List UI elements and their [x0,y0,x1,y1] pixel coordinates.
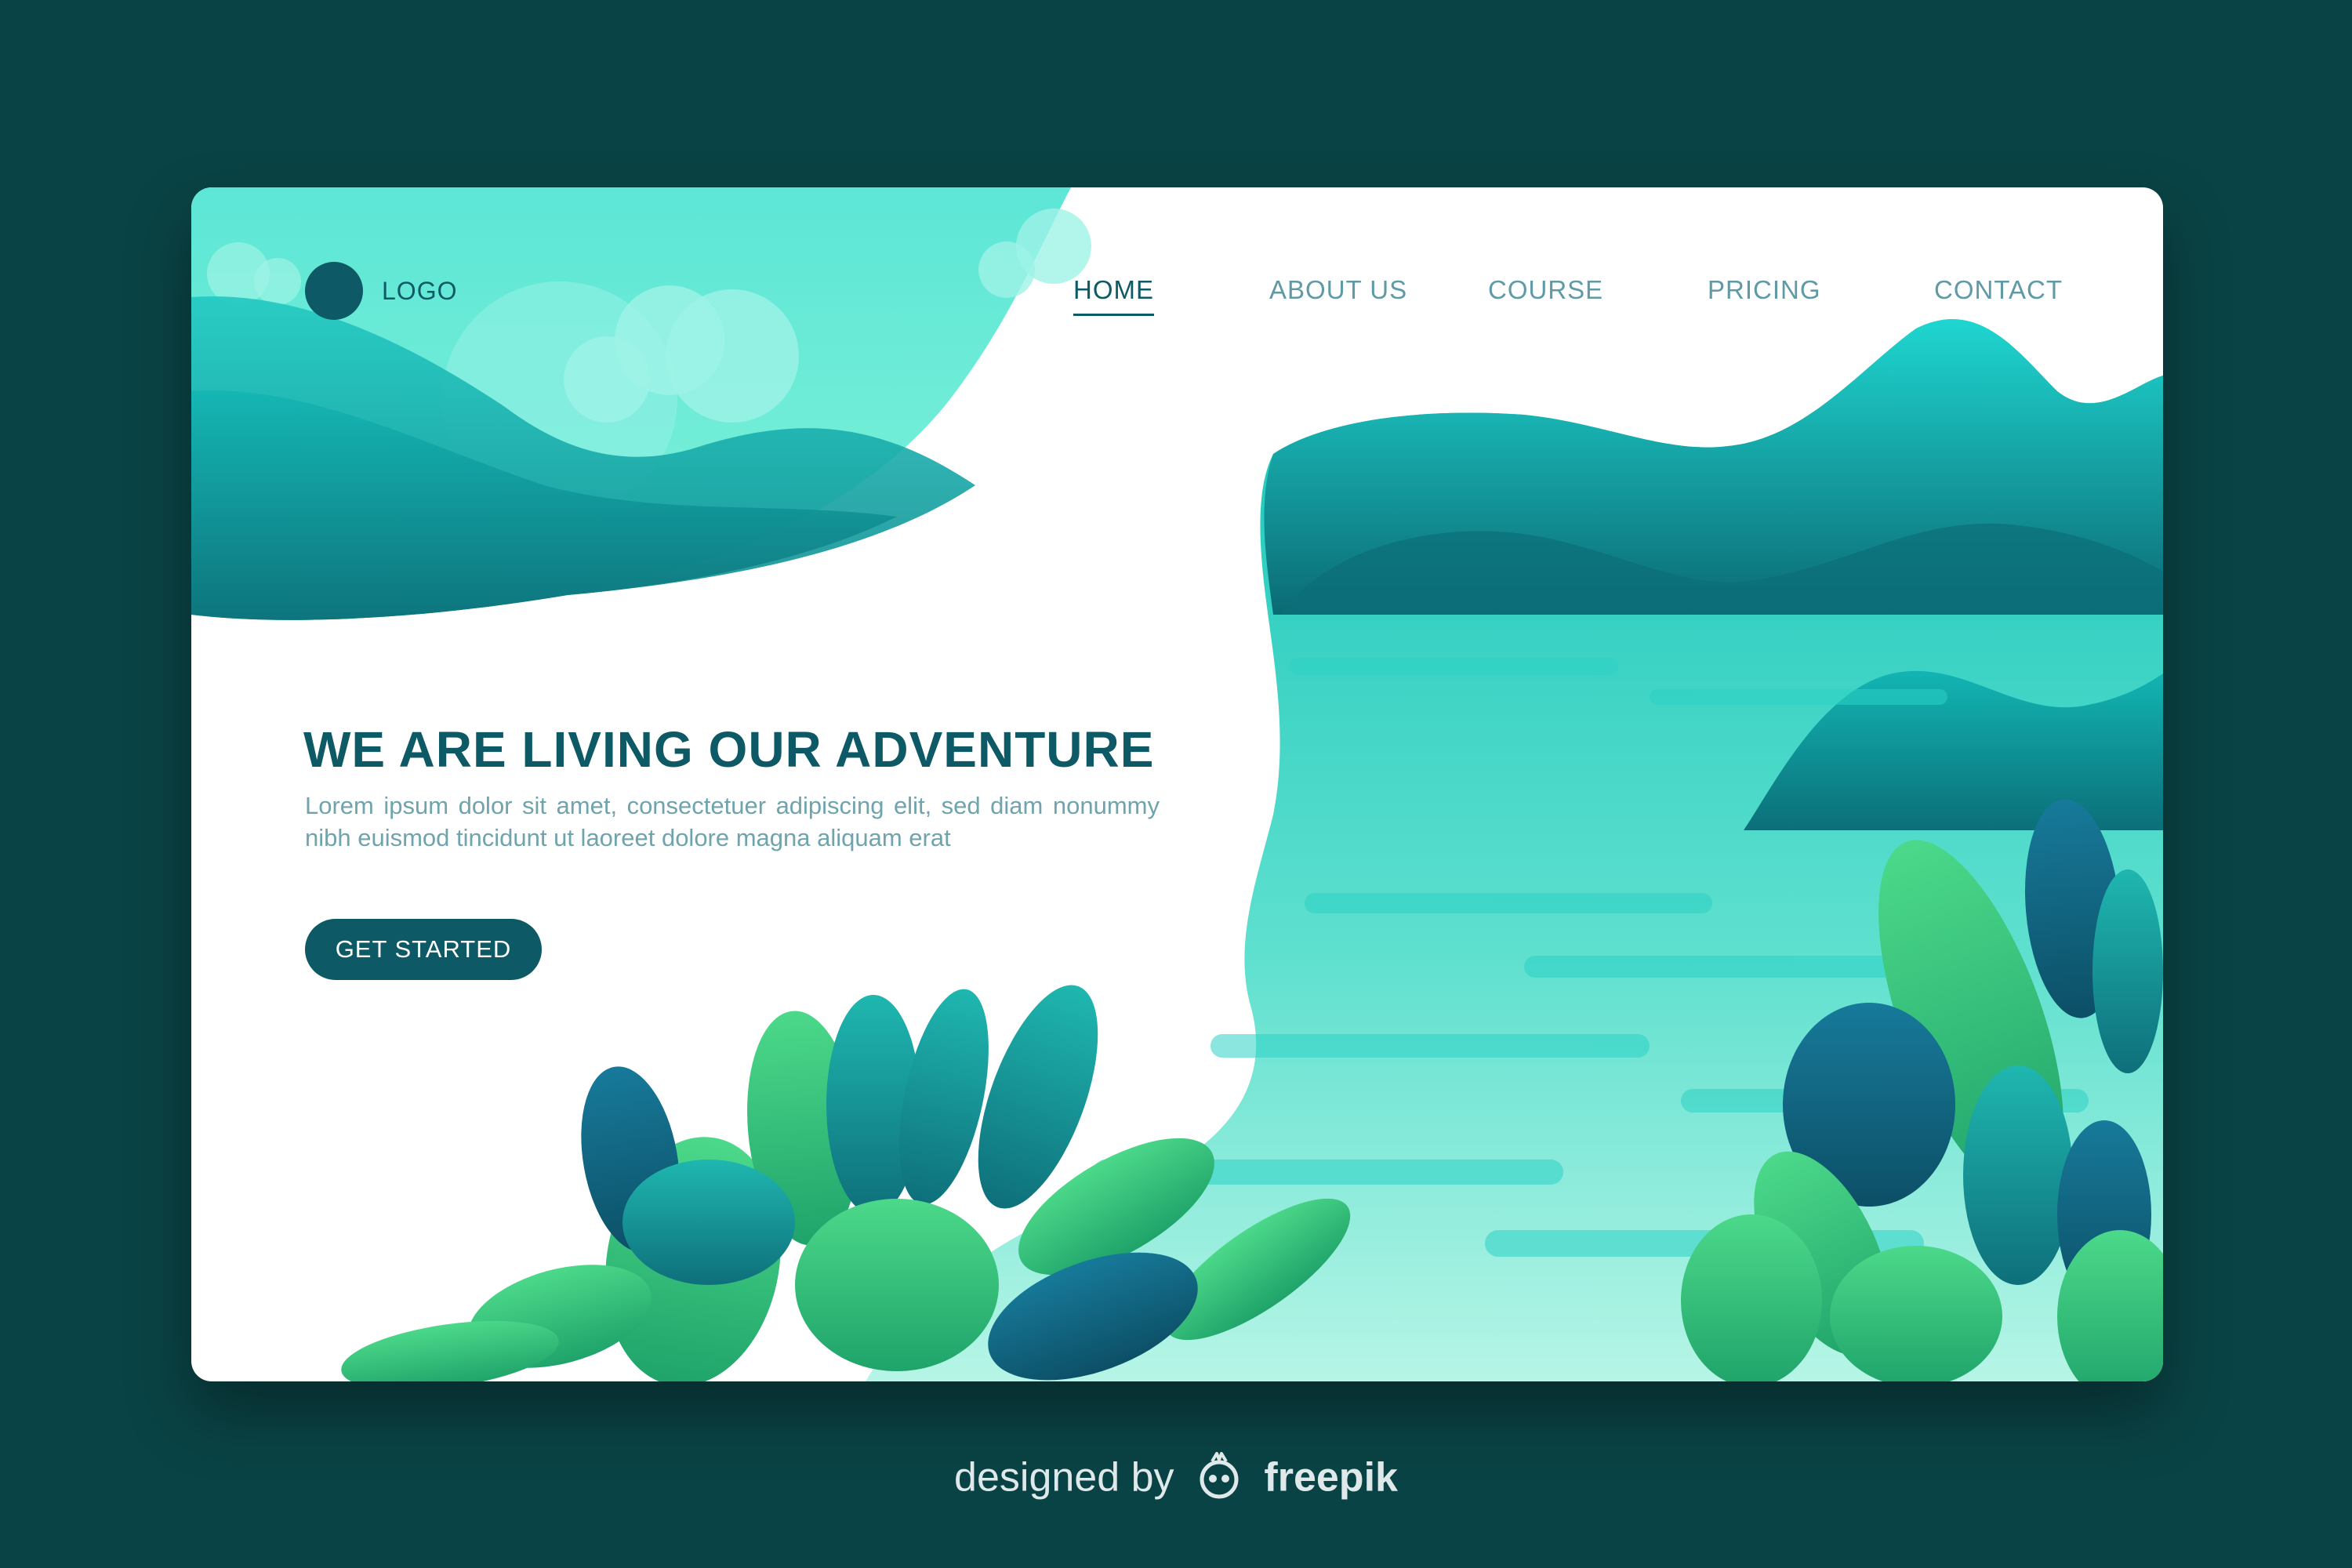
get-started-button[interactable]: GET STARTED [305,919,542,980]
nav-pricing[interactable]: PRICING [1708,275,1821,305]
nav-course[interactable]: COURSE [1488,275,1603,305]
footer-prefix: designed by [954,1454,1174,1501]
logo-mark [305,262,363,320]
nav-contact[interactable]: CONTACT [1934,275,2063,305]
freepik-mascot-icon [1200,1452,1239,1499]
footer-credit: designed by freepik [0,1452,2352,1508]
nav-home[interactable]: HOME [1073,275,1154,316]
logo-text: LOGO [382,276,458,305]
footer-brand[interactable]: freepik [1264,1455,1398,1501]
hero-headline: WE ARE LIVING OUR ADVENTURE [303,721,1155,778]
hero-description: Lorem ipsum dolor sit amet, consectetuer… [305,792,1160,851]
nav-about-us[interactable]: ABOUT US [1269,275,1407,305]
landing-card: LOGO HOME ABOUT US COURSE PRICING CONTAC… [191,187,2163,1381]
logo[interactable]: LOGO [305,262,457,320]
landscape-illustration [191,187,2163,1381]
